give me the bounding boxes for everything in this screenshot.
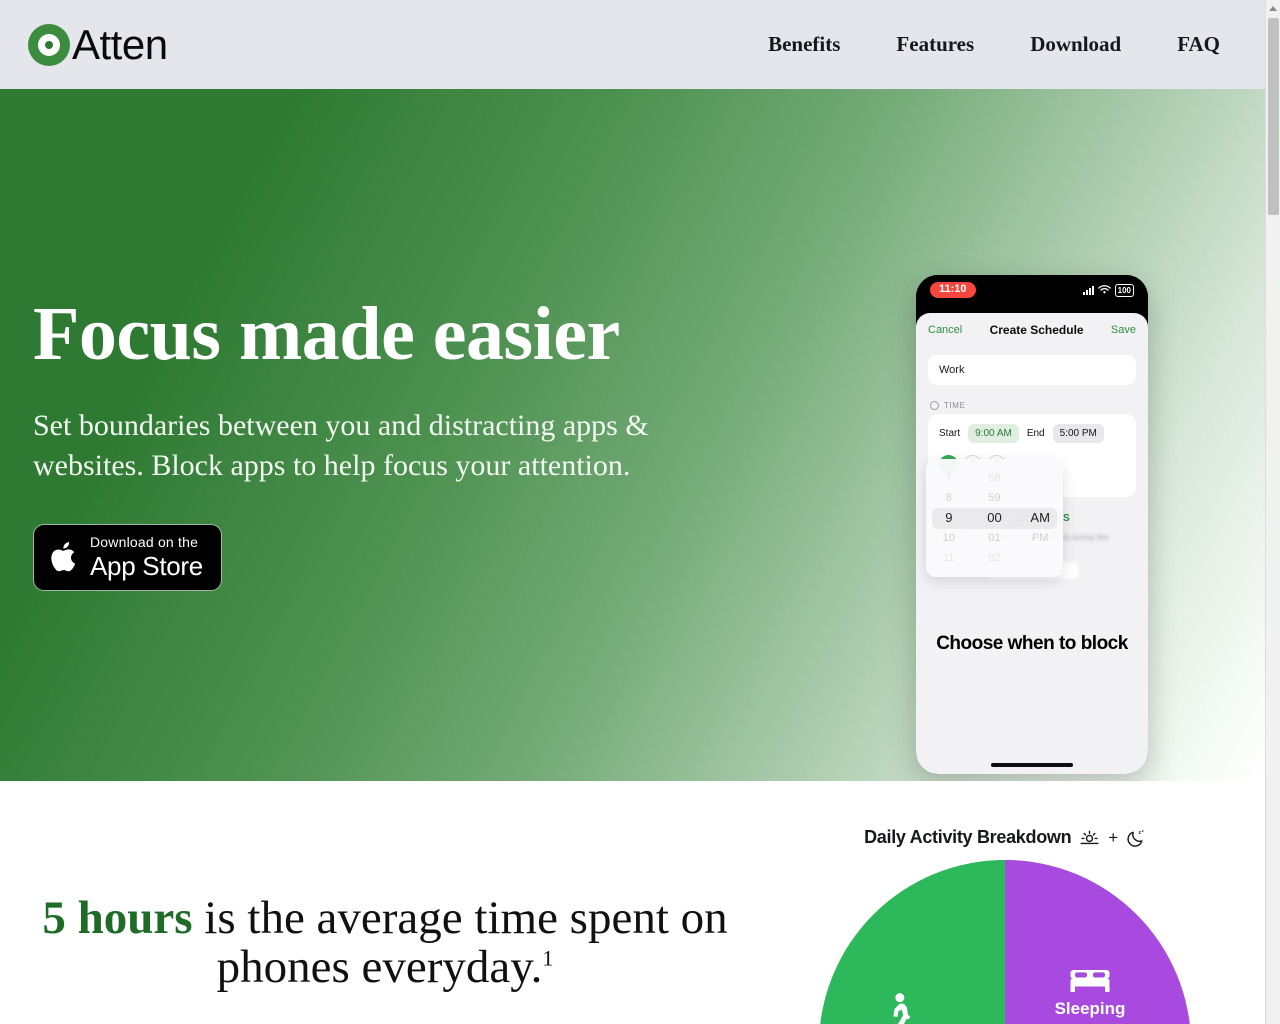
cellular-signal-icon <box>1082 285 1094 295</box>
chart-title-separator: + <box>1108 827 1118 847</box>
home-indicator <box>991 763 1073 767</box>
save-button[interactable]: Save <box>1111 324 1136 336</box>
picker-hour-option[interactable]: 11 <box>943 548 954 568</box>
walking-person-icon <box>893 993 911 1024</box>
main-nav: Benefits Features Download FAQ <box>768 32 1220 57</box>
phone-mockup: 11:10 100 Cancel Create Schedule Save Wo… <box>916 275 1148 774</box>
picker-hour-option[interactable]: 10 <box>943 528 955 548</box>
stat-highlight: 5 hours <box>42 892 193 944</box>
end-time-value[interactable]: 5:00 PM <box>1052 424 1104 443</box>
time-section-label-text: TIME <box>944 401 966 410</box>
daily-activity-chart: Daily Activity Breakdown + z z Sleeping <box>810 827 1200 1024</box>
picker-minute-option[interactable]: 02 <box>988 548 1000 568</box>
stat-footnote-marker: 1 <box>542 945 554 971</box>
apple-logo-icon <box>51 541 76 572</box>
activity-pie-chart: Sleeping 7.5 hours 31.2% <box>819 860 1191 1024</box>
brand-name: Atten <box>72 20 168 68</box>
clock-icon <box>930 401 939 410</box>
pie-slice-sleeping-label: Sleeping 7.5 hours 31.2% <box>1015 964 1165 1024</box>
time-section-label: TIME <box>930 401 1148 410</box>
page-viewport: Atten Benefits Features Download FAQ Foc… <box>0 0 1265 1024</box>
pie-slice-sleeping-value: 7.5 hours <box>1015 1020 1165 1024</box>
bullseye-target-icon <box>28 23 70 66</box>
bed-icon <box>1070 970 1110 992</box>
sheet-title: Create Schedule <box>989 323 1084 337</box>
stat-text: is the average time spent on phones ever… <box>192 892 728 994</box>
phone-caption: Choose when to block <box>936 633 1128 654</box>
moon-sleep-icon: z z <box>1127 828 1144 847</box>
browser-scrollbar[interactable] <box>1265 0 1280 1024</box>
chart-title-text: Daily Activity Breakdown <box>864 827 1072 847</box>
nav-item-faq[interactable]: FAQ <box>1177 32 1220 57</box>
picker-selection-band <box>932 508 1057 529</box>
time-picker-wheel[interactable]: 7 8 9 10 11 58 59 00 01 02 AM PM <box>926 459 1063 577</box>
pie-slice-sleeping-name: Sleeping <box>1054 999 1126 1018</box>
stats-section: 5 hours is the average time spent on pho… <box>0 781 1265 1024</box>
picker-meridiem-option[interactable]: PM <box>1032 528 1049 548</box>
svg-text:z: z <box>1142 828 1144 832</box>
phone-status-bar: 11:10 100 <box>916 275 1148 305</box>
picker-hour-option[interactable]: 7 <box>946 468 952 488</box>
nav-item-benefits[interactable]: Benefits <box>768 32 840 57</box>
nav-item-features[interactable]: Features <box>896 32 974 57</box>
scroll-up-arrow-icon[interactable] <box>1266 0 1280 16</box>
picker-hour-option[interactable]: 8 <box>946 488 952 508</box>
hero-subtitle: Set boundaries between you and distracti… <box>33 409 649 482</box>
start-time-value[interactable]: 9:00 AM <box>968 424 1019 443</box>
wifi-icon <box>1097 285 1111 294</box>
hero-section: Focus made easier Set boundaries between… <box>0 89 1265 781</box>
time-row: Start 9:00 AM End 5:00 PM <box>939 424 1125 443</box>
stat-copy: 5 hours is the average time spent on pho… <box>0 781 760 1024</box>
app-store-badge-big-label: App Store <box>90 550 203 581</box>
nav-item-download[interactable]: Download <box>1030 32 1121 57</box>
app-store-download-button[interactable]: Download on the App Store <box>33 523 222 591</box>
site-header: Atten Benefits Features Download FAQ <box>0 0 1265 89</box>
stat-statement: 5 hours is the average time spent on pho… <box>40 892 730 994</box>
status-bar-time: 11:10 <box>930 282 976 298</box>
start-label: Start <box>939 428 961 439</box>
chart-title: Daily Activity Breakdown + z z <box>810 827 1200 848</box>
picker-minute-option[interactable]: 01 <box>988 528 1000 548</box>
picker-minute-option[interactable]: 58 <box>988 468 1000 488</box>
end-label: End <box>1026 428 1045 439</box>
brand-logo[interactable]: Atten <box>28 20 168 68</box>
sheet-nav-bar: Cancel Create Schedule Save <box>916 313 1148 345</box>
battery-indicator: 100 <box>1114 283 1134 297</box>
app-store-badge-small-label: Download on the <box>90 533 199 550</box>
cancel-button[interactable]: Cancel <box>928 324 962 336</box>
hero-copy: Focus made easier Set boundaries between… <box>33 296 753 591</box>
sunrise-icon <box>1080 830 1099 844</box>
schedule-name-input[interactable]: Work <box>928 355 1136 385</box>
picker-minute-option[interactable]: 59 <box>988 488 1000 508</box>
scrollbar-thumb[interactable] <box>1268 18 1279 215</box>
hero-title: Focus made easier <box>33 292 620 376</box>
